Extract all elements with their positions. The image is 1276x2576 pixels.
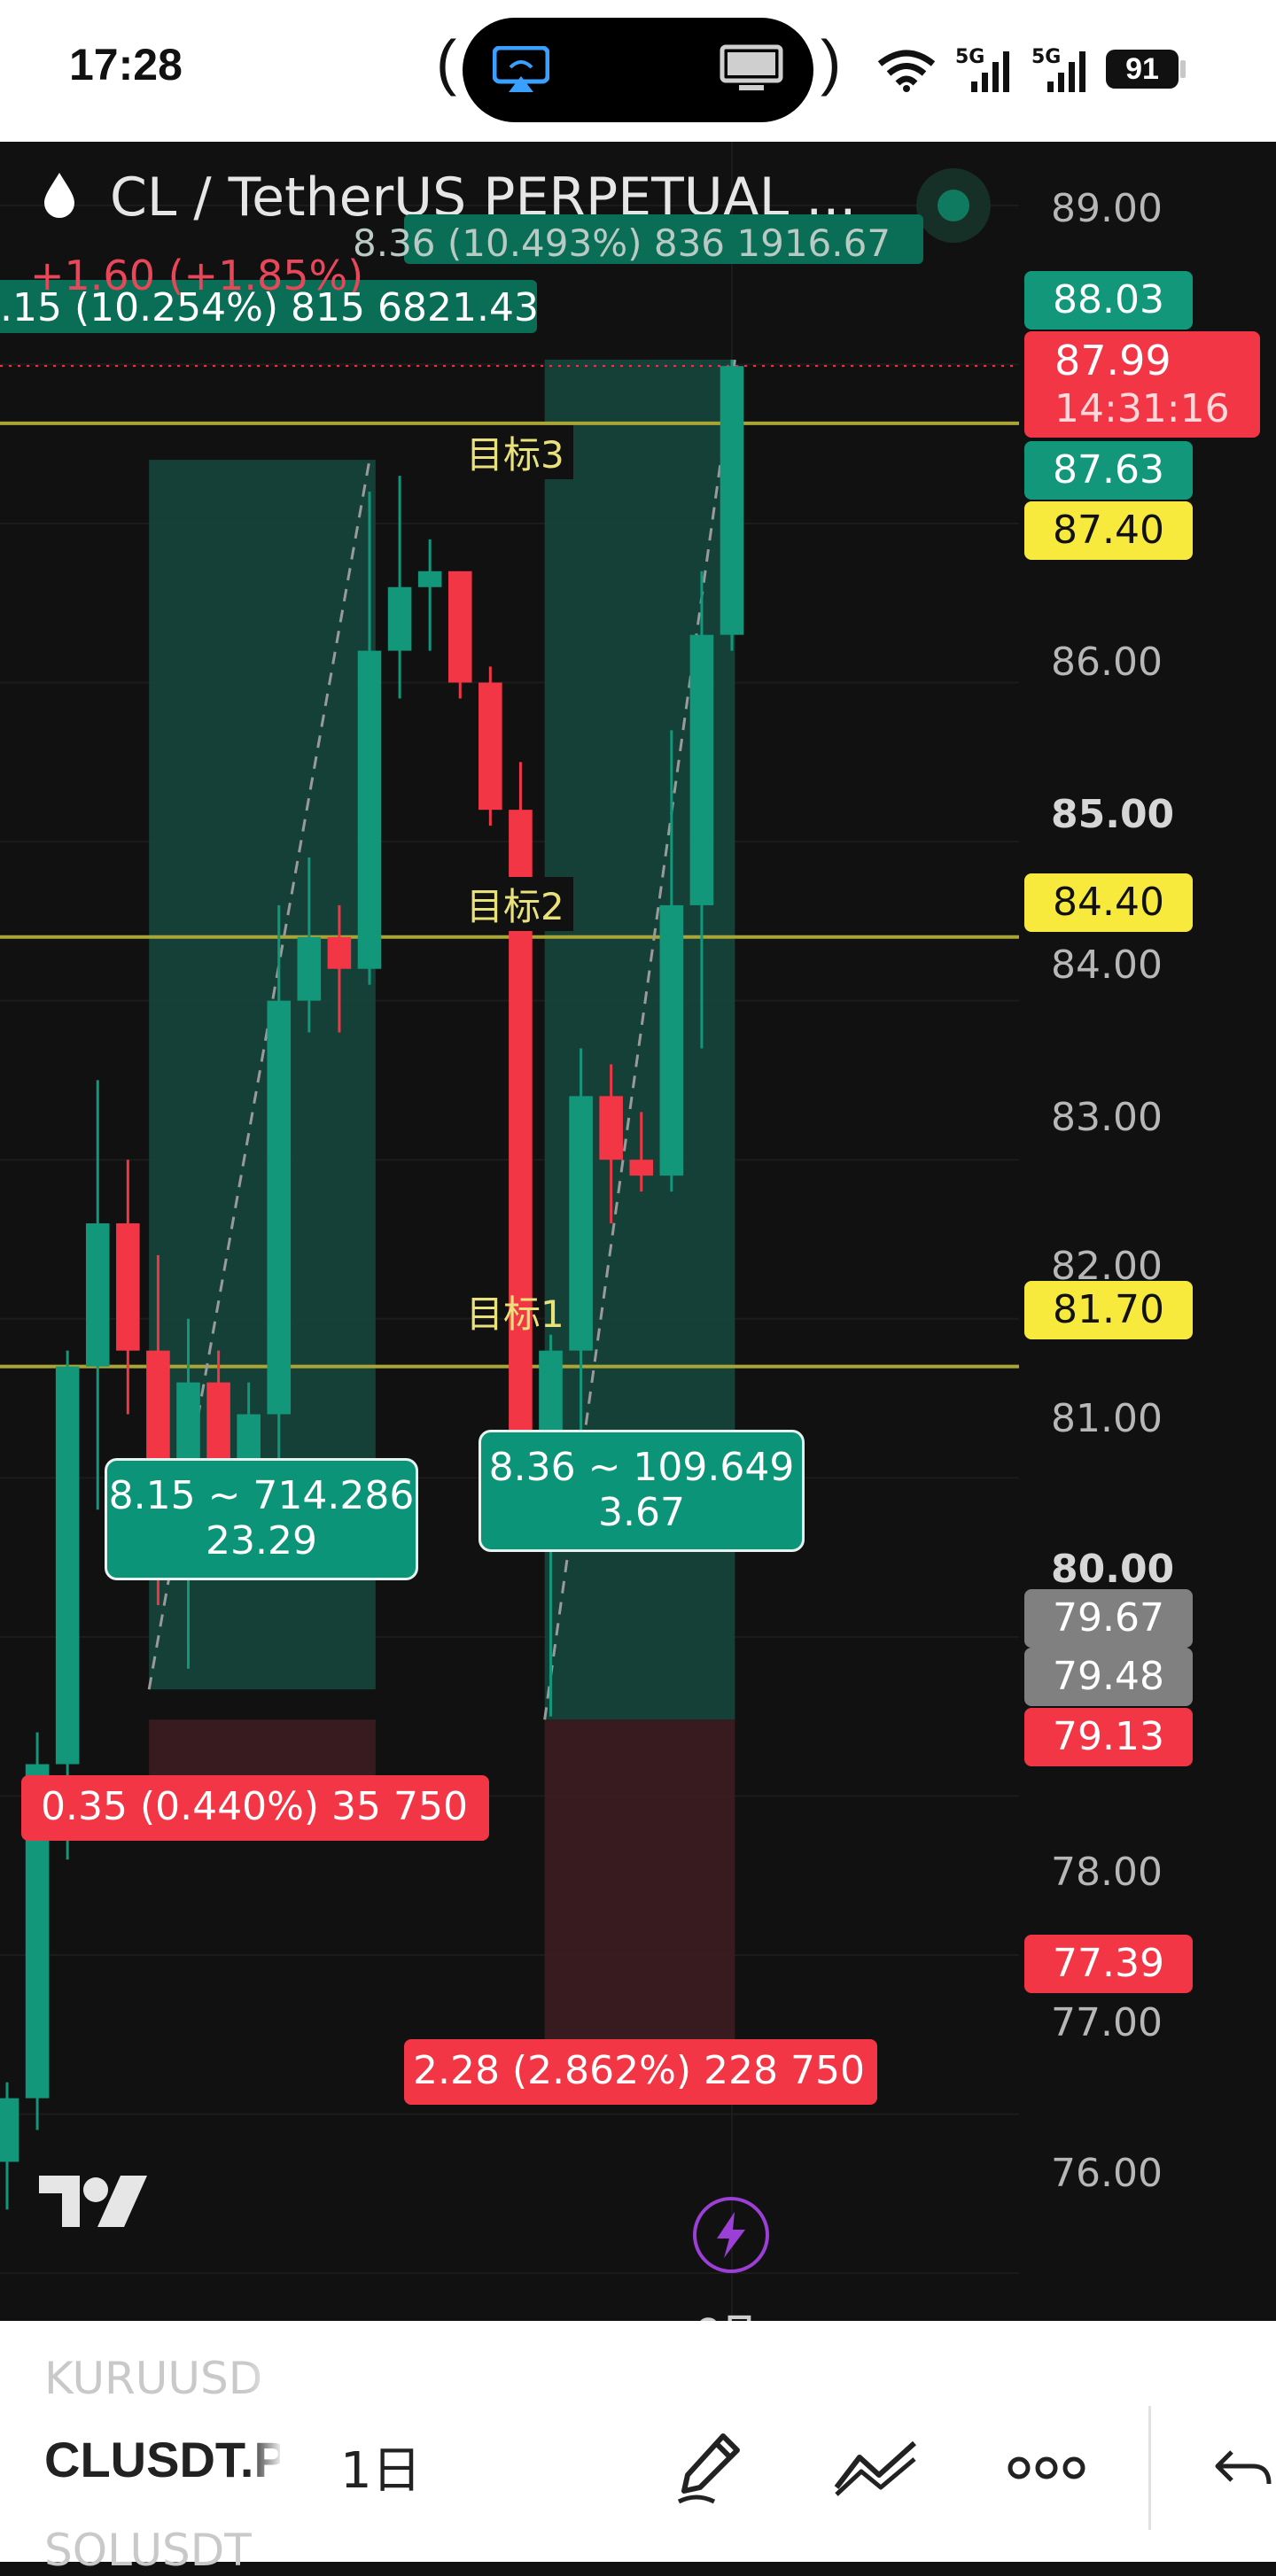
left-paren: ( [436,27,457,97]
price-badge-88-03: 88.03 [1024,271,1193,330]
dynamic-island[interactable] [463,18,813,122]
monitor-icon [720,44,783,90]
candle-body [116,1223,140,1351]
right-stop-zone [544,1719,735,2052]
candle-body [720,366,744,635]
symbol-selector[interactable]: CLUSDT.P [44,2431,280,2488]
left-stop-text: 0.35 (0.440%) 35 750 [41,1784,469,1829]
target-2-label: 目标2 [457,877,573,931]
candle-body [85,1223,110,1367]
chart-area[interactable]: CL / TetherUS PERPETUAL ... 8.36 (10.493… [0,142,1276,2353]
price-badge-87-40: 87.40 [1024,501,1193,560]
candle-body [55,1366,80,1765]
status-bar: 17:28 ( ) 5G 5G 91 [0,0,1276,142]
y-tick-84: 84.00 [1051,943,1163,988]
current-price-badge: 87.99 14:31:16 [1024,331,1260,438]
target-3-label: 目标3 [457,425,573,479]
right-position-line-1: 8.36 ~ 109.649 [488,1445,795,1490]
y-tick-81: 81.00 [1051,1396,1163,1441]
right-stop-text: 2.28 (2.862%) 228 750 [413,2048,865,2093]
left-stop-label[interactable]: 0.35 (0.440%) 35 750 [21,1775,489,1841]
candle-body [478,682,502,811]
price-badge-87-63: 87.63 [1024,441,1193,500]
current-price-value: 87.99 [1054,337,1171,384]
right-stop-label[interactable]: 2.28 (2.862%) 228 750 [404,2039,877,2105]
left-stop-zone [149,1719,376,1776]
symbol-fade [248,2339,284,2560]
y-tick-85: 85.00 [1051,792,1175,837]
target-1-label: 目标1 [466,1292,564,1336]
indicators-icon[interactable] [831,2436,920,2498]
y-tick-80: 80.00 [1051,1547,1175,1592]
candle-body [297,936,322,1001]
y-tick-83: 83.00 [1051,1095,1163,1140]
left-position-line-2: 23.29 [206,1518,317,1563]
battery-icon: 91 [1106,50,1179,89]
left-position-line-1: 8.15 ~ 714.286 [108,1473,415,1518]
wifi-icon [877,50,936,92]
candle-body [0,2098,19,2162]
price-badge-77-39: 77.39 [1024,1935,1193,1993]
countdown-timer: 14:31:16 [1054,386,1230,431]
candle-body [327,936,352,969]
y-tick-76: 76.00 [1051,2151,1163,2196]
price-badge-79-48: 79.48 [1024,1648,1193,1706]
left-position-label[interactable]: 8.15 ~ 714.286 23.29 [105,1458,418,1580]
price-badge-79-67: 79.67 [1024,1589,1193,1648]
lightning-icon [717,2212,745,2258]
draw-pencil-icon[interactable] [670,2427,750,2507]
candle-body [267,1000,292,1415]
toolbar-divider [1148,2406,1151,2530]
price-badge-79-13: 79.13 [1024,1708,1193,1766]
status-dot [916,168,991,243]
price-badge-81-70: 81.70 [1024,1281,1193,1339]
battery-level: 91 [1125,52,1159,86]
candle-body [689,634,714,905]
candle-body [357,650,382,969]
candle-body [447,570,472,683]
y-tick-77: 77.00 [1051,2000,1163,2045]
y-tick-89: 89.00 [1051,186,1163,231]
top-info-text-1: 8.36 (10.493%) 836 1916.67 [353,221,891,265]
status-dot-inner [938,190,969,221]
candle-body [417,570,442,587]
top-info-text-2: .15 (10.254%) 815 6821.43 [0,285,539,330]
right-position-line-2: 3.67 [598,1490,685,1535]
signal-2-icon [1047,51,1085,92]
prev-symbol[interactable]: KURUUSD [44,2353,280,2404]
right-position-label[interactable]: 8.36 ~ 109.649 3.67 [478,1430,805,1552]
next-symbol[interactable]: SOLUSDT [44,2525,280,2576]
drop-icon [44,173,74,218]
y-tick-78: 78.00 [1051,1850,1163,1895]
interval-selector[interactable]: 1日 [340,2431,422,2502]
candle-body [659,904,684,1176]
candle-body [387,586,412,651]
tradingview-logo [39,2176,147,2227]
candle-body [599,1096,623,1160]
airplay-icon [493,46,549,92]
price-badge-84-40: 84.40 [1024,873,1193,932]
signal-1-icon [971,51,1009,92]
candle-body [629,1160,654,1176]
flash-button[interactable] [693,2197,769,2273]
right-paren: ) [821,27,842,97]
battery-tip [1180,60,1186,78]
undo-icon[interactable] [1210,2443,1272,2496]
status-time: 17:28 [69,40,183,89]
y-tick-86: 86.00 [1051,640,1163,685]
more-icon[interactable] [1007,2450,1086,2486]
bottom-toolbar: KURUUSD CLUSDT.P SOLUSDT 1日 [0,2321,1276,2576]
